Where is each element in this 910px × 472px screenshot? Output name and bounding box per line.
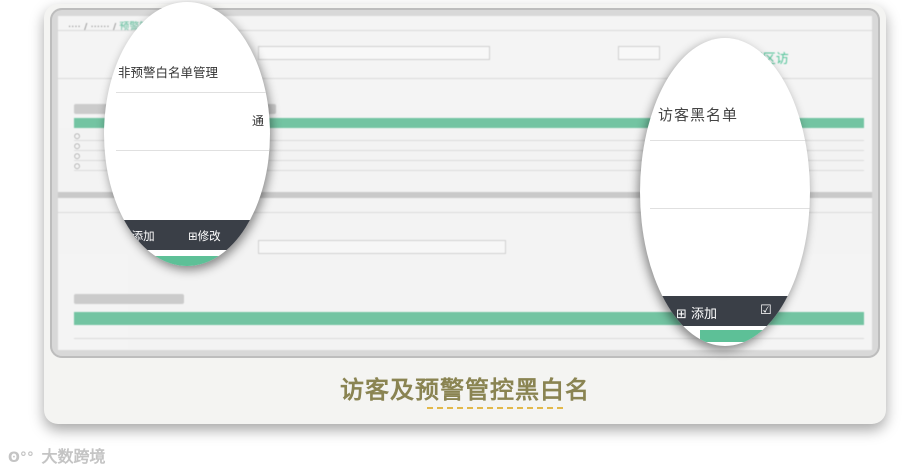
table-header-strip — [700, 330, 810, 342]
check-icon[interactable]: ☑ — [760, 303, 772, 318]
right-zoom-callout: 访客黑名单 ⊞ 添加 ☑ — [640, 38, 810, 346]
table-header-strip — [144, 256, 244, 266]
whitelist-title: 非预警白名单管理 — [118, 65, 219, 80]
divider — [116, 92, 270, 93]
add-button[interactable]: ⊞添加 — [122, 228, 155, 244]
divider — [116, 150, 270, 151]
caption-title: 访客及预警管控黑白名 — [340, 376, 590, 404]
search-input[interactable] — [258, 240, 506, 254]
toolbar-buttons-lower[interactable] — [74, 294, 184, 304]
edit-button[interactable]: ⊞修改 — [188, 228, 221, 244]
left-zoom-callout: 非预警白名单管理 通 ⊞添加 ⊞修改 — [104, 2, 270, 266]
blacklist-title: 访客黑名单 — [658, 106, 739, 124]
filter-select[interactable] — [258, 46, 490, 60]
watermark-logo-icon: ʘ°° — [8, 450, 34, 466]
truncated-text: 通 — [252, 114, 265, 128]
filter-input[interactable] — [618, 46, 660, 60]
watermark: ʘ°° 大数跨境 — [8, 443, 106, 467]
button-bar — [640, 296, 810, 326]
divider — [650, 208, 810, 209]
add-button[interactable]: ⊞ 添加 — [676, 303, 717, 322]
caption-underline — [427, 407, 563, 409]
divider — [650, 140, 810, 141]
watermark-text: 大数跨境 — [41, 447, 106, 466]
